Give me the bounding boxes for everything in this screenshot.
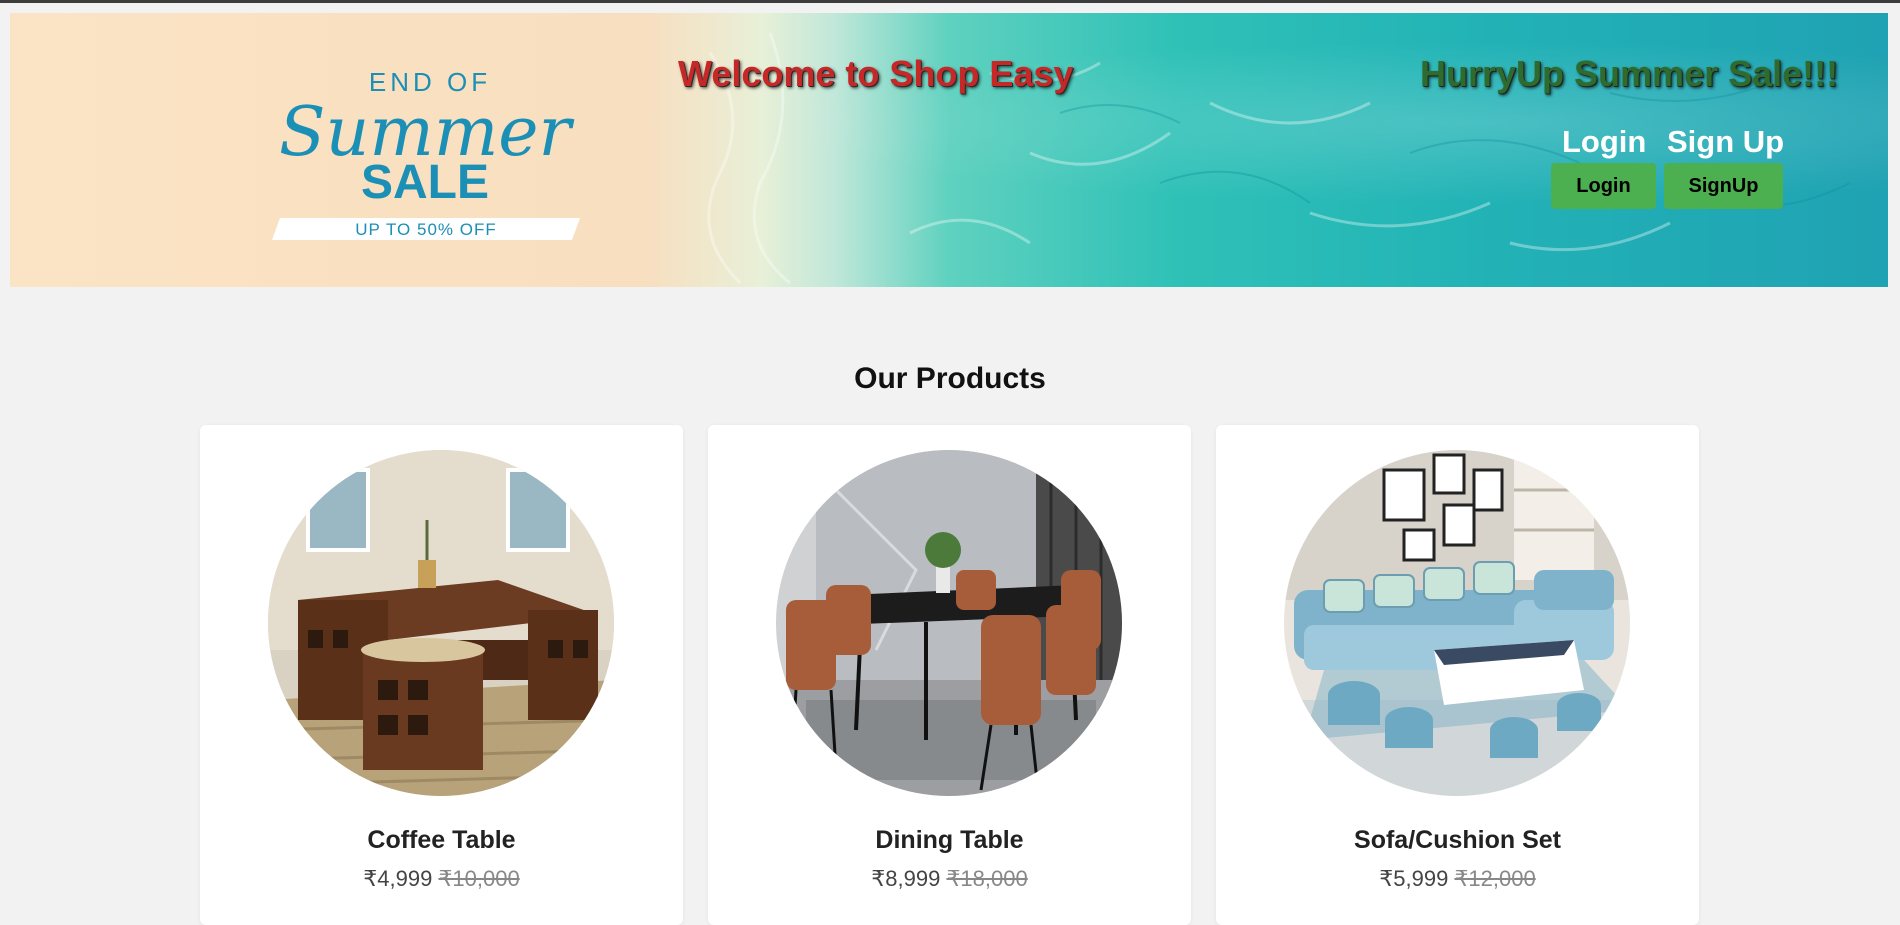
product-name: Sofa/Cushion Set xyxy=(1354,826,1561,854)
welcome-heading: Welcome to Shop Easy xyxy=(678,53,1074,94)
original-price: ₹18,000 xyxy=(946,866,1028,891)
product-image-coffee-table xyxy=(268,450,614,796)
product-card-dining-table[interactable]: Dining Table ₹8,999 ₹18,000 xyxy=(708,425,1191,925)
product-price: ₹4,999 ₹10,000 xyxy=(200,866,683,892)
original-price: ₹10,000 xyxy=(438,866,520,891)
end-of-summer-sale-logo: END OF Summer SALE UP TO 50% OFF xyxy=(272,67,580,240)
login-button[interactable]: Login xyxy=(1551,163,1656,209)
product-card-coffee-table[interactable]: Coffee Table ₹4,999 ₹10,000 xyxy=(200,425,683,925)
original-price: ₹12,000 xyxy=(1454,866,1536,891)
svg-text:SALE: SALE xyxy=(361,156,489,209)
signup-button[interactable]: SignUp xyxy=(1664,163,1783,209)
product-image-sofa-cushion-set xyxy=(1284,450,1630,796)
product-card-sofa-cushion-set[interactable]: Sofa/Cushion Set ₹5,999 ₹12,000 xyxy=(1216,425,1699,925)
browser-top-edge xyxy=(0,0,1900,3)
current-price: ₹8,999 xyxy=(871,866,941,891)
product-price: ₹5,999 ₹12,000 xyxy=(1216,866,1699,892)
current-price: ₹5,999 xyxy=(1379,866,1449,891)
current-price: ₹4,999 xyxy=(363,866,433,891)
product-name: Dining Table xyxy=(875,826,1024,854)
product-price: ₹8,999 ₹18,000 xyxy=(708,866,1191,892)
summer-sale-banner: END OF Summer SALE UP TO 50% OFF Welcome… xyxy=(10,13,1888,287)
product-name: Coffee Table xyxy=(367,826,516,854)
signup-label: Sign Up xyxy=(1667,124,1785,159)
login-label: Login xyxy=(1562,124,1647,159)
promo-heading: HurryUp Summer Sale!!! xyxy=(1420,53,1839,94)
product-image-dining-table xyxy=(776,450,1122,796)
products-section-title: Our Products xyxy=(854,362,1046,395)
svg-text:UP TO 50% OFF: UP TO 50% OFF xyxy=(355,220,497,239)
